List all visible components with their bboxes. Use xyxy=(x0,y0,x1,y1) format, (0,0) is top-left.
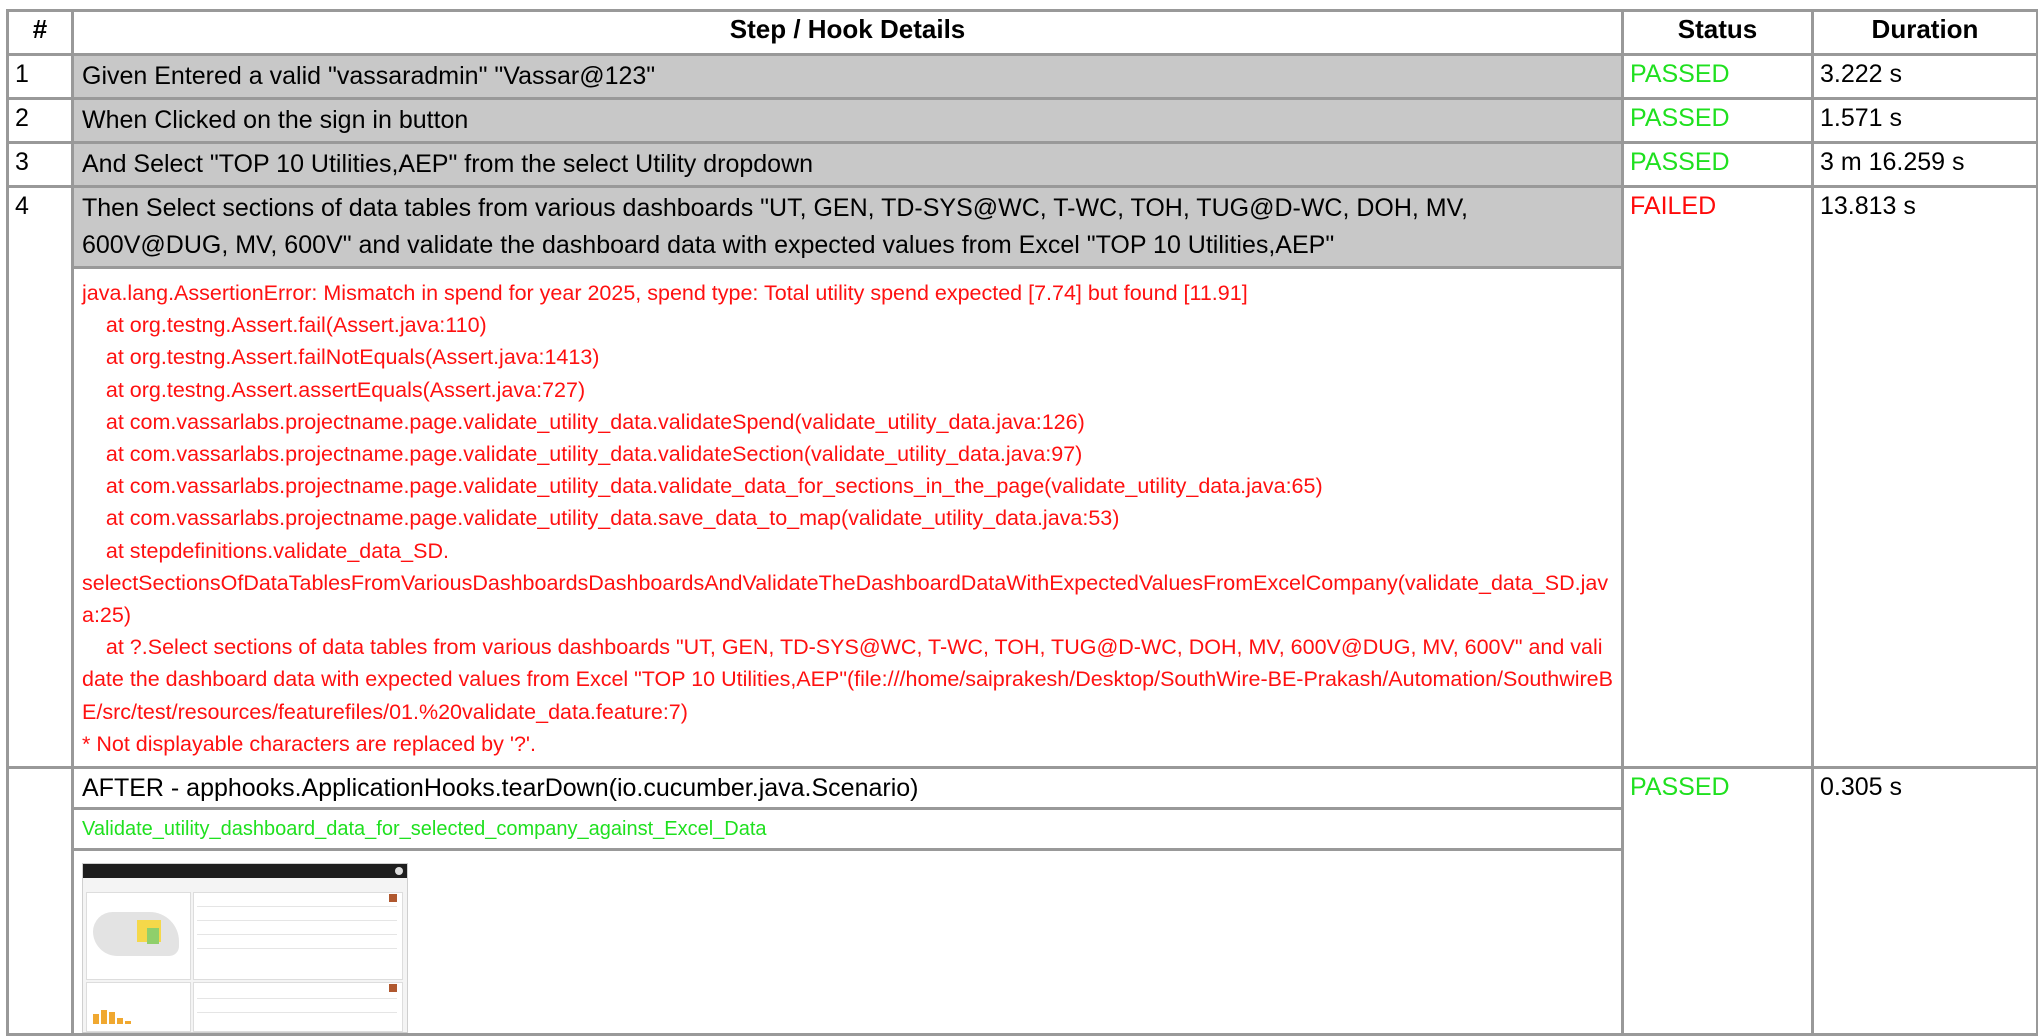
status-badge: FAILED xyxy=(1621,184,1814,770)
status-badge: PASSED xyxy=(1621,53,1814,100)
thumbnail-table-row xyxy=(197,948,397,950)
download-icon xyxy=(389,894,397,903)
error-line: at com.vassarlabs.projectname.page.valid… xyxy=(82,442,1083,467)
step-hook-report-table: # Step / Hook Details Status Duration 1 … xyxy=(6,9,2038,1036)
step-duration: 3.222 s xyxy=(1811,53,2038,100)
thumbnail-table-row xyxy=(197,998,397,1000)
step-duration: 3 m 16.259 s xyxy=(1811,141,2038,188)
col-header-details: Step / Hook Details xyxy=(71,9,1624,56)
hook-row: AFTER - apphooks.ApplicationHooks.tearDo… xyxy=(6,766,2038,1036)
error-line: at org.testng.Assert.failNotEquals(Asser… xyxy=(82,345,600,370)
step-num: 4 xyxy=(6,184,74,770)
step-text: Given Entered a valid "vassaradmin" "Vas… xyxy=(71,53,1624,100)
step-row-3: 3 And Select "TOP 10 Utilities,AEP" from… xyxy=(6,141,2038,188)
error-line: java.lang.AssertionError: Mismatch in sp… xyxy=(82,281,1248,305)
error-line: at com.vassarlabs.projectname.page.valid… xyxy=(82,409,1085,434)
hook-duration: 0.305 s xyxy=(1811,766,2038,1036)
col-header-status: Status xyxy=(1621,9,1814,56)
header-row: # Step / Hook Details Status Duration xyxy=(6,9,2038,56)
chart-bar-icon xyxy=(117,1018,123,1025)
step-row-1: 1 Given Entered a valid "vassaradmin" "V… xyxy=(6,53,2038,100)
scenario-name: Validate_utility_dashboard_data_for_sele… xyxy=(71,807,1624,852)
status-badge: PASSED xyxy=(1621,141,1814,188)
download-icon xyxy=(389,984,397,993)
step-num: 2 xyxy=(6,97,74,144)
chart-bar-icon xyxy=(93,1014,99,1025)
chart-bar-icon xyxy=(109,1012,115,1025)
step-row-4: 4 Then Select sections of data tables fr… xyxy=(6,184,2038,770)
map-region-icon xyxy=(147,928,159,945)
col-header-num: # xyxy=(6,9,74,56)
status-badge: PASSED xyxy=(1621,766,1814,1036)
hook-num xyxy=(6,766,74,1036)
status-badge: PASSED xyxy=(1621,97,1814,144)
avatar-icon xyxy=(395,867,403,876)
step-row-2: 2 When Clicked on the sign in button PAS… xyxy=(6,97,2038,144)
error-line: at org.testng.Assert.assertEquals(Assert… xyxy=(82,377,586,402)
chart-bar-icon xyxy=(101,1010,107,1025)
thumbnail-table-row xyxy=(197,1012,397,1014)
error-line: at stepdefinitions.validate_data_SD. xyxy=(82,538,449,563)
error-line: at com.vassarlabs.projectname.page.valid… xyxy=(82,474,1323,499)
error-line: selectSectionsOfDataTablesFromVariousDas… xyxy=(82,570,1609,628)
thumbnail-table-panel xyxy=(193,982,403,1033)
step-text: Then Select sections of data tables from… xyxy=(71,185,1624,269)
thumbnail-table-row xyxy=(197,920,397,922)
error-line: at com.vassarlabs.projectname.page.valid… xyxy=(82,506,1120,531)
step-duration: 13.813 s xyxy=(1811,184,2038,770)
thumbnail-table-row xyxy=(197,934,397,936)
col-header-duration: Duration xyxy=(1811,9,2038,56)
screenshot-thumbnail[interactable] xyxy=(82,863,408,1034)
error-line: at org.testng.Assert.fail(Assert.java:11… xyxy=(82,313,487,338)
screenshot-cell xyxy=(71,848,1624,1036)
step-duration: 1.571 s xyxy=(1811,97,2038,144)
step-num: 1 xyxy=(6,53,74,100)
hook-text: AFTER - apphooks.ApplicationHooks.tearDo… xyxy=(71,766,1624,811)
step-text: When Clicked on the sign in button xyxy=(71,97,1624,144)
error-stack-trace: java.lang.AssertionError: Mismatch in sp… xyxy=(71,265,1624,770)
error-line: at ?.Select sections of data tables from… xyxy=(82,635,1613,724)
map-icon xyxy=(93,912,179,957)
thumbnail-table-row xyxy=(197,906,397,908)
thumbnail-chart-panel xyxy=(86,982,191,1033)
thumbnail-topbar xyxy=(83,864,407,879)
step-text: And Select "TOP 10 Utilities,AEP" from t… xyxy=(71,141,1624,188)
step-num: 3 xyxy=(6,141,74,188)
error-line: * Not displayable characters are replace… xyxy=(82,731,536,756)
chart-bar-icon xyxy=(125,1021,131,1025)
